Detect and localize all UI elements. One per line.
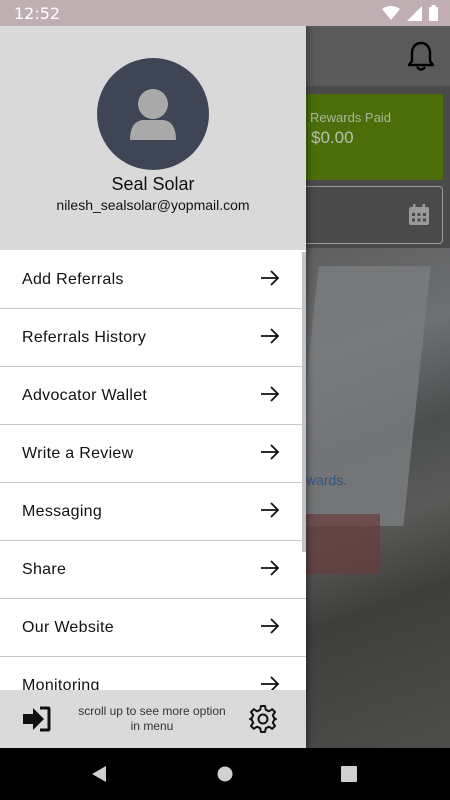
- date-field[interactable]: [288, 186, 443, 244]
- navigation-drawer: Seal Solar nilesh_sealsolar@yopmail.com …: [0, 26, 306, 748]
- arrow-right-icon: [260, 328, 280, 349]
- arrow-right-icon: [260, 618, 280, 639]
- battery-icon: [429, 5, 438, 21]
- home-icon[interactable]: [217, 766, 233, 787]
- user-silhouette-icon: [130, 89, 176, 140]
- rewards-paid-label: Rewards Paid: [310, 110, 391, 125]
- signal-icon: [407, 5, 422, 21]
- wifi-icon: [382, 6, 400, 20]
- user-name: Seal Solar: [111, 174, 195, 194]
- avatar[interactable]: [97, 58, 209, 170]
- menu-item-monitoring[interactable]: Monitoring: [0, 657, 306, 691]
- arrow-right-icon: [260, 386, 280, 407]
- menu-item-share[interactable]: Share: [0, 541, 306, 599]
- menu-item-label: Messaging: [22, 503, 103, 520]
- menu-item-label: Share: [22, 561, 67, 578]
- logout-icon[interactable]: [21, 706, 51, 737]
- user-email: nilesh_sealsolar@yopmail.com: [56, 197, 250, 213]
- menu-item-label: Monitoring: [22, 677, 100, 691]
- scroll-hint: scroll up to see more option in menu: [78, 704, 226, 733]
- status-icons: [382, 5, 438, 21]
- menu-item-write-review[interactable]: Write a Review: [0, 425, 306, 483]
- status-time: 12:52: [14, 4, 61, 23]
- menu-item-label: Advocator Wallet: [22, 387, 148, 404]
- menu-item-advocator-wallet[interactable]: Advocator Wallet: [0, 367, 306, 425]
- arrow-right-icon: [260, 502, 280, 523]
- photo-detail: [300, 514, 380, 574]
- drawer-menu: Add Referrals Referrals History Advocato…: [0, 251, 306, 691]
- menu-item-label: Our Website: [22, 619, 114, 636]
- recent-apps-icon[interactable]: [341, 766, 357, 787]
- menu-item-referrals-history[interactable]: Referrals History: [0, 309, 306, 367]
- status-bar: 12:52: [0, 0, 450, 26]
- rewards-link-text[interactable]: wards.: [306, 472, 347, 488]
- menu-item-label: Add Referrals: [22, 271, 124, 288]
- arrow-right-icon: [260, 444, 280, 465]
- system-navigation-bar: [0, 748, 450, 800]
- menu-item-our-website[interactable]: Our Website: [0, 599, 306, 657]
- arrow-right-icon: [260, 676, 280, 691]
- arrow-right-icon: [260, 270, 280, 291]
- menu-item-add-referrals[interactable]: Add Referrals: [0, 251, 306, 309]
- rewards-paid-value: $0.00: [311, 128, 354, 147]
- drawer-footer: scroll up to see more option in menu: [0, 690, 306, 748]
- menu-scrollbar[interactable]: [302, 252, 306, 552]
- menu-item-messaging[interactable]: Messaging: [0, 483, 306, 541]
- menu-item-label: Write a Review: [22, 445, 134, 462]
- arrow-right-icon: [260, 560, 280, 581]
- calendar-icon[interactable]: [408, 204, 430, 231]
- drawer-header: Seal Solar nilesh_sealsolar@yopmail.com: [0, 26, 306, 250]
- menu-item-label: Referrals History: [22, 329, 147, 346]
- back-icon[interactable]: [90, 765, 108, 788]
- settings-gear-icon[interactable]: [248, 704, 278, 739]
- rewards-paid-card: Rewards Paid $0.00: [290, 94, 443, 180]
- notification-bell-icon[interactable]: [406, 40, 436, 77]
